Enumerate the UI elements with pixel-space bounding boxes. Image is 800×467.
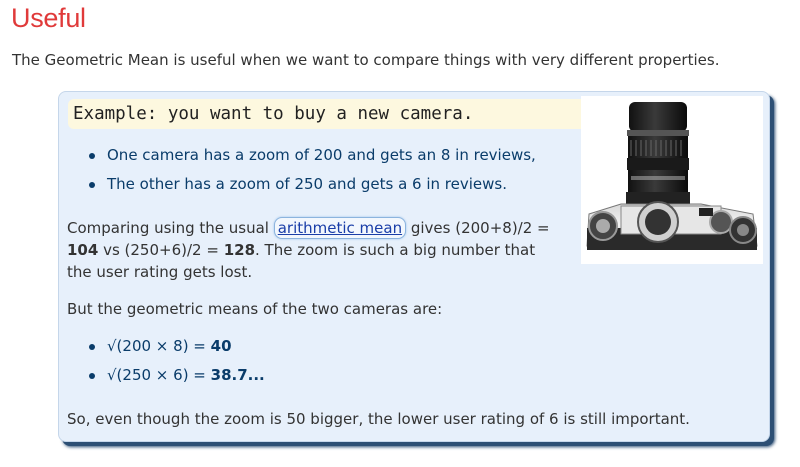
- comparison-text: vs (250+6)/2 =: [98, 241, 224, 259]
- comparison-text: Comparing using the usual: [67, 219, 274, 237]
- page-title: Useful: [11, 3, 86, 33]
- geometric-expression: √(250 × 6) =: [107, 366, 211, 384]
- list-item: √(200 × 8) = 40: [89, 332, 265, 361]
- arithmetic-result-1: 104: [67, 241, 99, 259]
- list-item: √(250 × 6) = 38.7...: [89, 361, 265, 390]
- conclusion-text: So, even though the zoom is 50 bigger, t…: [67, 410, 690, 428]
- geometric-results-list: √(200 × 8) = 40 √(250 × 6) = 38.7...: [89, 332, 265, 390]
- camera-list: One camera has a zoom of 200 and gets an…: [89, 141, 536, 199]
- comparison-paragraph: Comparing using the usual arithmetic mea…: [67, 217, 557, 283]
- arithmetic-mean-link[interactable]: arithmetic mean: [273, 217, 407, 239]
- arithmetic-result-2: 128: [223, 241, 256, 259]
- geometric-value: 40: [210, 337, 232, 355]
- geometric-value: 38.7...: [210, 366, 265, 384]
- list-item: One camera has a zoom of 200 and gets an…: [89, 141, 536, 170]
- camera-photo: [581, 96, 763, 264]
- list-item: The other has a zoom of 250 and gets a 6…: [89, 170, 536, 199]
- comparison-text: gives (200+8)/2 =: [406, 219, 550, 237]
- intro-text: The Geometric Mean is useful when we wan…: [12, 51, 720, 69]
- geometric-intro: But the geometric means of the two camer…: [67, 300, 443, 318]
- example-box: Example: you want to buy a new camera. O…: [58, 91, 770, 442]
- geometric-expression: √(200 × 8) =: [107, 337, 211, 355]
